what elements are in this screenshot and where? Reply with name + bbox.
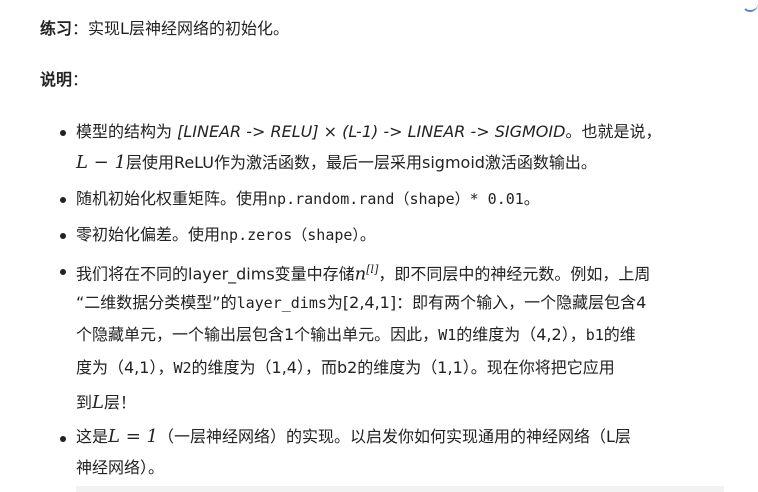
bullet-2-line: 随机初始化权重矩阵。使用np.random.rand（shape）* 0.01。 bbox=[76, 187, 540, 211]
b1-pre: 模型的结构为 bbox=[76, 122, 178, 141]
explain-sep: ： bbox=[72, 70, 89, 89]
b4-l1-pre: 我们将在不同的layer_dims变量中存储 bbox=[76, 264, 355, 284]
b4-l3: 个隐藏单元，一个输出层包含1个输出单元。因此， bbox=[76, 325, 439, 344]
bullet-4-line-4: 度为（4,1），W2的维度为（1,4），而b2的维度为（1,1）。现在你将把它应… bbox=[76, 356, 615, 380]
bullet-dot-5 bbox=[60, 436, 66, 442]
bullet-5-line-2: 神经网络）。 bbox=[76, 456, 164, 480]
exercise-text: 实现L层神经网络的初始化。 bbox=[88, 19, 289, 38]
b1-post: 。也就是说， bbox=[565, 122, 662, 141]
bullet-3-line: 零初始化偏差。使用np.zeros（shape）。 bbox=[76, 223, 376, 247]
b3-post: 。 bbox=[359, 225, 376, 244]
b4-l3-mid: 的维度为（4,2）， bbox=[456, 325, 586, 344]
b5-pre: 这是 bbox=[76, 427, 109, 446]
b4-l4-w2: W2 bbox=[173, 359, 192, 377]
b3-code: np.zeros（shape） bbox=[220, 226, 360, 244]
b1-math: L − 1 bbox=[76, 152, 126, 173]
bullet-4-line-2: “二维数据分类模型”的layer_dims为[2,4,1]：即有两个输入，一个隐… bbox=[76, 291, 646, 315]
b4-l3-post: 的维 bbox=[603, 325, 636, 344]
b4-l5-L: L bbox=[92, 392, 104, 413]
b1-line2: 层使用ReLU作为激活函数，最后一层采用sigmoid激活函数输出。 bbox=[125, 153, 597, 172]
b4-n: n bbox=[354, 263, 367, 285]
bullet-dot-3 bbox=[60, 233, 66, 239]
bullet-1-line-2: L − 1层使用ReLU作为激活函数，最后一层采用sigmoid激活函数输出。 bbox=[76, 151, 597, 175]
b4-l2-code: layer_dims bbox=[236, 294, 327, 312]
b5-post: （一层神经网络）的实现。以启发你如何实现通用的神经网络（L层 bbox=[157, 427, 631, 446]
b4-l1-post: ，即不同层中的神经元数。例如，上周 bbox=[378, 264, 651, 284]
bullet-5-line-1: 这是L = 1（一层神经网络）的实现。以启发你如何实现通用的神经网络（L层 bbox=[76, 425, 631, 449]
b1-struct: [LINEAR -> RELU] × (L-1) -> LINEAR -> SI… bbox=[177, 122, 566, 141]
b4-l4-pre: 度为（4,1）， bbox=[76, 358, 174, 377]
b5-math: L = 1 bbox=[108, 426, 158, 447]
explain-label: 说明 bbox=[40, 70, 73, 89]
corner-mark bbox=[742, 0, 758, 12]
b4-l3-w1: W1 bbox=[438, 326, 457, 344]
exercise-label: 练习 bbox=[40, 19, 73, 38]
b3-pre: 零初始化偏差。使用 bbox=[76, 225, 221, 244]
b5-line2: 神经网络）。 bbox=[76, 458, 165, 477]
b4-l5-pre: 到 bbox=[76, 393, 93, 412]
b4-l2-pre: “二维数据分类模型”的 bbox=[76, 293, 237, 312]
bullet-dot-1 bbox=[60, 130, 66, 136]
bullet-4-line-5: 到L层！ bbox=[76, 391, 136, 415]
b4-l2-post: 为[2,4,1]：即有两个输入，一个隐藏层包含4 bbox=[326, 293, 647, 312]
b2-pre: 随机初始化权重矩阵。使用 bbox=[76, 189, 269, 208]
bullet-4-line-3: 个隐藏单元，一个输出层包含1个输出单元。因此，W1的维度为（4,2），b1的维 bbox=[76, 323, 636, 347]
exercise-line: 练习：实现L层神经网络的初始化。 bbox=[40, 17, 289, 41]
b2-code: np.random.rand（shape）* 0.01 bbox=[268, 190, 524, 208]
bullet-1-line-1: 模型的结构为 [LINEAR -> RELU] × (L-1) -> LINEA… bbox=[76, 120, 661, 144]
bullet-4-line-1: 我们将在不同的layer_dims变量中存储n[l]，即不同层中的神经元数。例如… bbox=[76, 258, 650, 286]
exercise-sep: ： bbox=[72, 19, 89, 38]
bullet-dot-4 bbox=[60, 269, 66, 275]
b4-l5-post: 层！ bbox=[103, 393, 136, 412]
b2-post: 。 bbox=[523, 189, 540, 208]
b4-nsup: [l] bbox=[366, 263, 379, 276]
b4-l4-post: 的维度为（1,4），而b2的维度为（1,1）。现在你将把它应用 bbox=[191, 358, 615, 377]
explain-line: 说明： bbox=[40, 68, 88, 92]
bullet-dot-2 bbox=[60, 197, 66, 203]
b4-l3-b1: b1 bbox=[585, 326, 604, 344]
code-block-edge bbox=[76, 486, 724, 492]
